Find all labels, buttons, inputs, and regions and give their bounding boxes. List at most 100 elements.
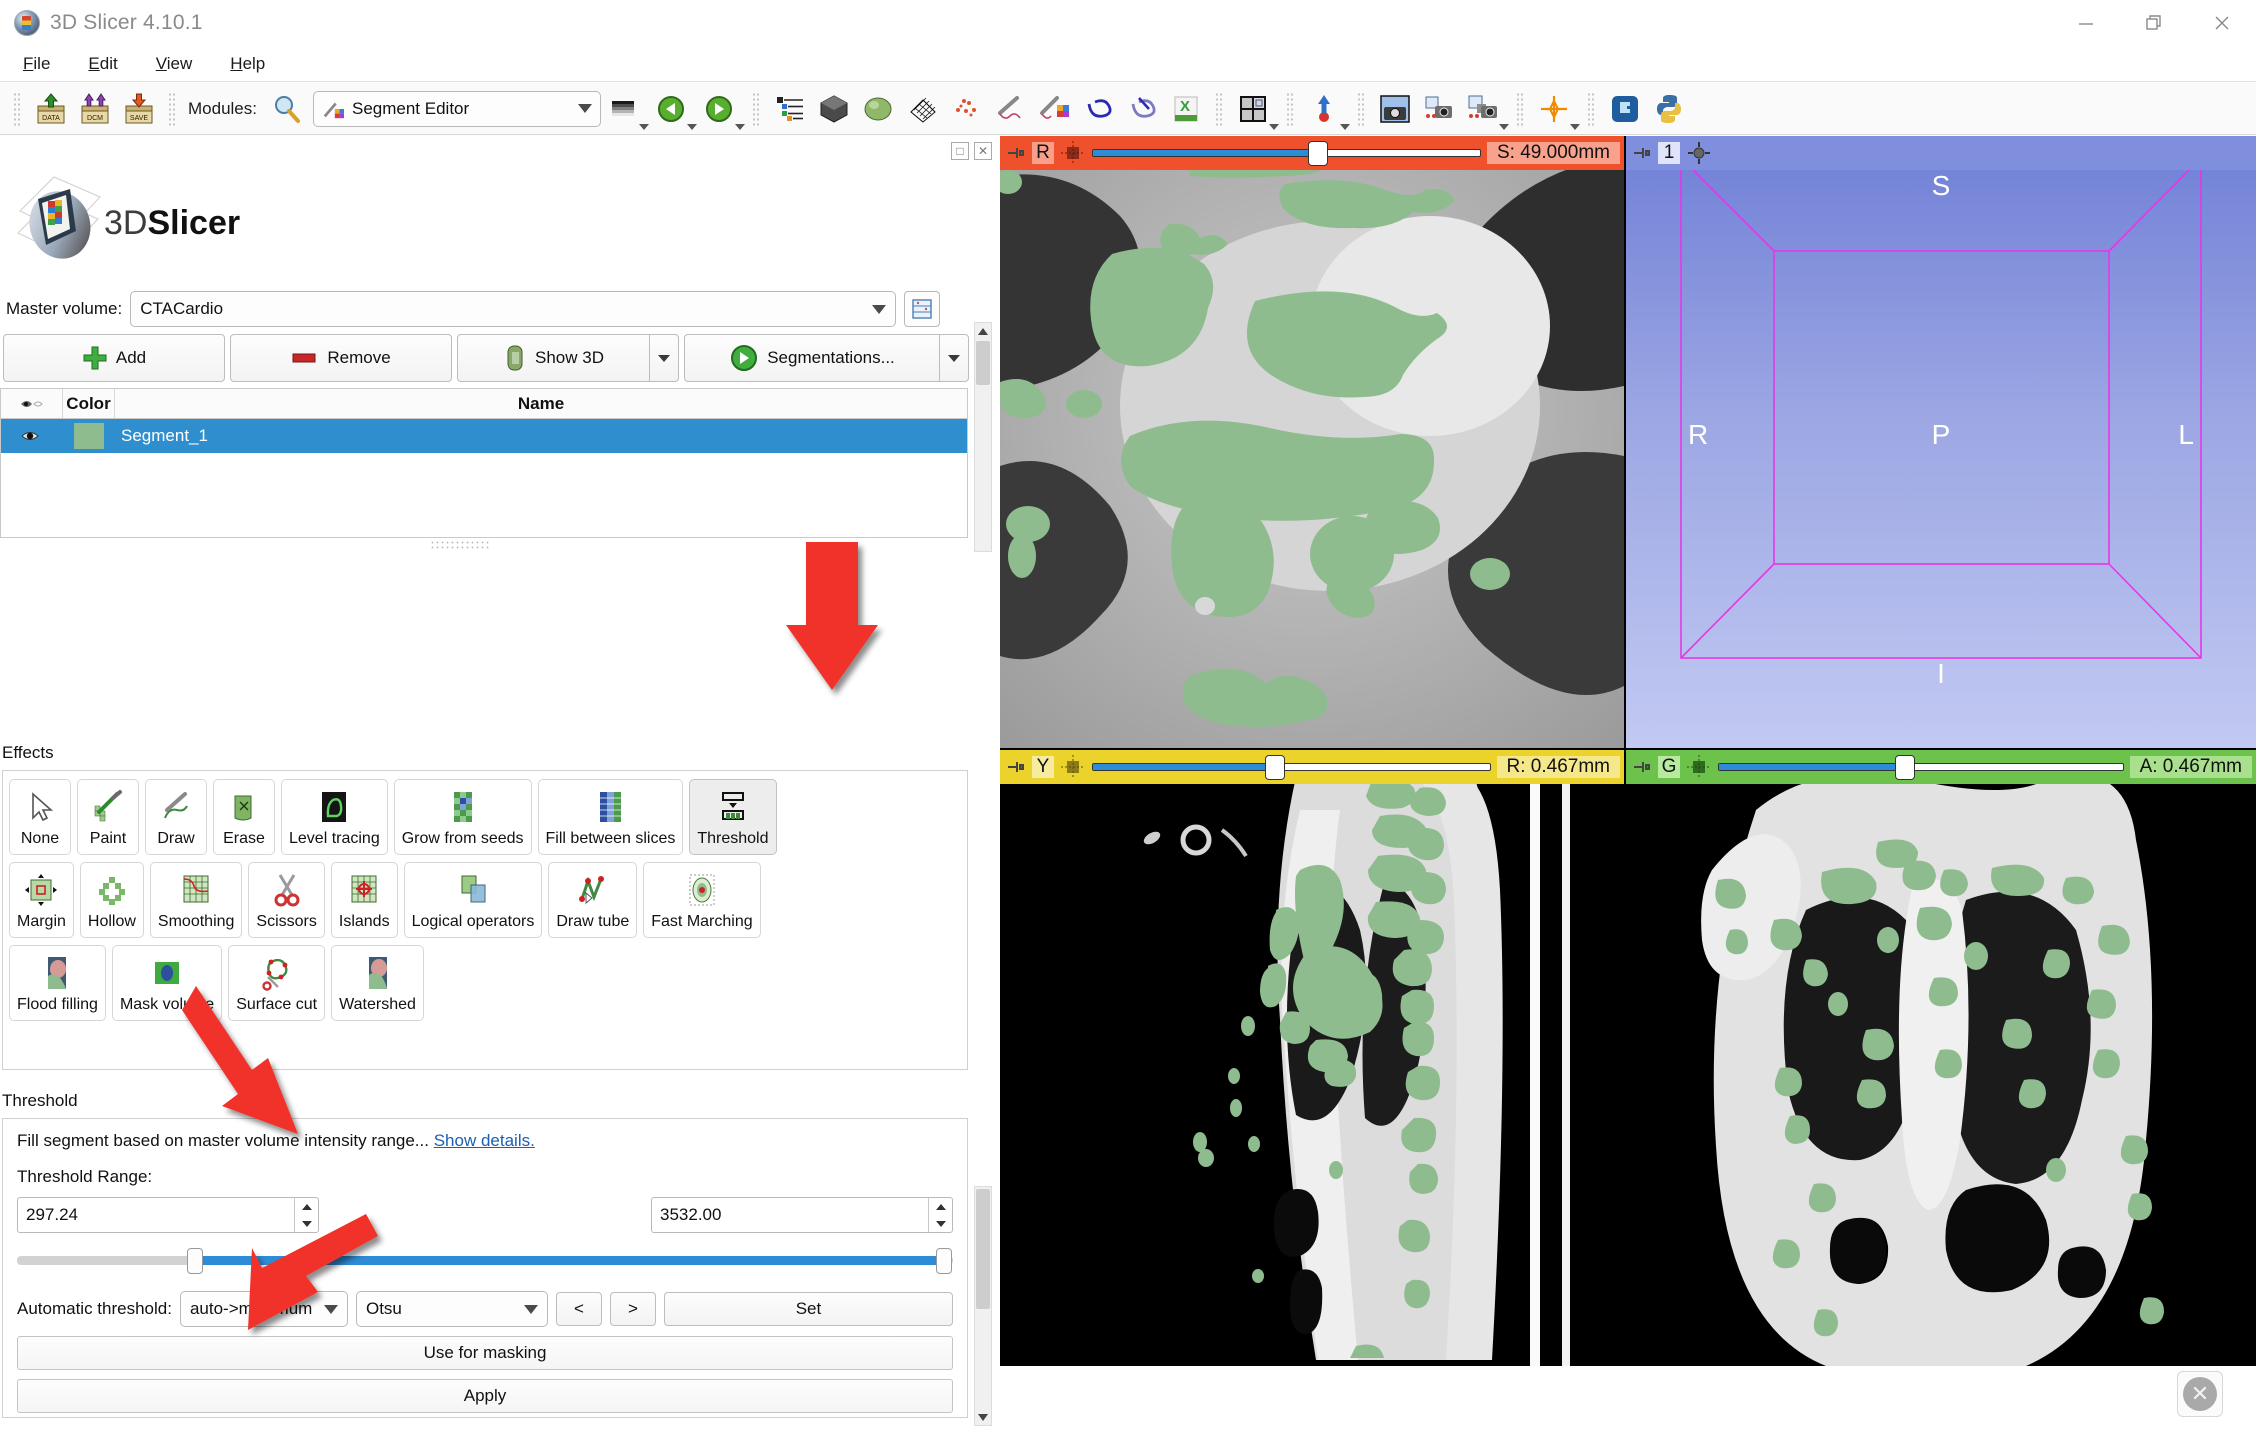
- next-module-icon[interactable]: [697, 88, 741, 130]
- color-column-header[interactable]: Color: [63, 389, 115, 418]
- effect-grow-from-seeds[interactable]: Grow from seeds: [393, 779, 532, 855]
- next-threshold-button[interactable]: >: [609, 1292, 656, 1326]
- stepper-down-icon[interactable]: [929, 1215, 952, 1232]
- threshold-range-slider[interactable]: [17, 1247, 953, 1274]
- mouse-mode-grip[interactable]: [1285, 91, 1295, 126]
- scroll-up-icon[interactable]: [975, 323, 991, 339]
- effect-margin[interactable]: Margin: [9, 862, 74, 938]
- threshold-max-spinbox[interactable]: 3532.00: [651, 1197, 953, 1233]
- previous-threshold-button[interactable]: <: [555, 1292, 602, 1326]
- range-slider-max-handle[interactable]: [935, 1248, 952, 1274]
- effect-watershed[interactable]: Watershed: [331, 945, 424, 1021]
- extension-manager-icon[interactable]: [1603, 88, 1647, 130]
- screen-capture-icon[interactable]: [1461, 88, 1505, 130]
- segments-table-resize-grip[interactable]: [430, 540, 490, 550]
- transforms-icon[interactable]: [900, 88, 944, 130]
- show-3d-button[interactable]: Show 3D: [457, 334, 649, 382]
- modules-toolbar-grip[interactable]: [168, 91, 177, 126]
- magnifier-icon[interactable]: [265, 88, 309, 130]
- effect-fast-marching[interactable]: Fast Marching: [643, 862, 761, 938]
- models-icon[interactable]: [856, 88, 900, 130]
- scroll-down-icon[interactable]: [975, 1409, 991, 1425]
- undock-icon[interactable]: □: [951, 142, 969, 160]
- volume-rendering-icon[interactable]: [812, 88, 856, 130]
- open-curve-icon[interactable]: [1120, 88, 1164, 130]
- segmentations-options-button[interactable]: [939, 334, 969, 382]
- crosshair-icon[interactable]: [1532, 88, 1576, 130]
- save-icon[interactable]: SAVE: [117, 88, 161, 130]
- slider-handle[interactable]: [1307, 141, 1328, 166]
- effect-level-tracing[interactable]: Level tracing: [281, 779, 388, 855]
- slice-view-green[interactable]: G A: 0.467mm: [1626, 750, 2256, 1366]
- stepper-up-icon[interactable]: [929, 1198, 952, 1215]
- layout-toolbar-grip[interactable]: [1214, 91, 1224, 126]
- segment-visibility-toggle[interactable]: [1, 428, 63, 444]
- slice-view-yellow[interactable]: Y R: 0.467mm: [1000, 750, 1624, 1366]
- slice-view-red[interactable]: R S: 49.000mm: [1000, 136, 1624, 748]
- pin-icon[interactable]: [1004, 756, 1026, 778]
- menu-edit[interactable]: Edit: [73, 51, 132, 77]
- effect-smoothing[interactable]: Smoothing: [149, 862, 243, 938]
- threshold-scrollbar[interactable]: [974, 1186, 992, 1426]
- tables-icon[interactable]: X: [1164, 88, 1208, 130]
- name-column-header[interactable]: Name: [115, 389, 967, 418]
- load-data-icon[interactable]: DATA: [29, 88, 73, 130]
- pin-icon[interactable]: [1004, 142, 1026, 164]
- effect-hollow[interactable]: Hollow: [79, 862, 144, 938]
- show-3d-options-button[interactable]: [649, 334, 679, 382]
- slice-visibility-icon[interactable]: [1060, 140, 1086, 166]
- scroll-thumb[interactable]: [976, 341, 990, 385]
- slider-handle[interactable]: [1265, 755, 1286, 780]
- annotations-color-icon[interactable]: [1032, 88, 1076, 130]
- annotations-ruler-icon[interactable]: [988, 88, 1032, 130]
- show-details-link[interactable]: Show details.: [434, 1131, 535, 1150]
- scroll-thumb[interactable]: [976, 1189, 990, 1309]
- menu-help[interactable]: Help: [215, 51, 280, 77]
- close-icon[interactable]: [2188, 0, 2256, 46]
- view-controls-icon[interactable]: [1686, 140, 1712, 166]
- slice-offset-slider-yellow[interactable]: [1092, 755, 1491, 780]
- crosshair-marker-icon[interactable]: [1302, 88, 1346, 130]
- table-row[interactable]: Segment_1: [1, 419, 967, 453]
- close-panel-icon[interactable]: ✕: [974, 142, 992, 160]
- markups-fiducials-icon[interactable]: [944, 88, 988, 130]
- effect-erase[interactable]: Erase: [213, 779, 275, 855]
- segment-color-swatch[interactable]: [63, 423, 115, 449]
- menu-view[interactable]: View: [141, 51, 208, 77]
- slice-visibility-icon[interactable]: [1060, 754, 1086, 780]
- toolbar-grip[interactable]: [13, 91, 22, 126]
- range-slider-min-handle[interactable]: [186, 1248, 203, 1274]
- visibility-column-header[interactable]: [1, 389, 63, 418]
- screenshot-icon[interactable]: [1373, 88, 1417, 130]
- capture-toolbar-grip[interactable]: [1356, 91, 1366, 126]
- python-console-icon[interactable]: [1647, 88, 1691, 130]
- slice-offset-slider-green[interactable]: [1718, 755, 2124, 780]
- modules-group-grip[interactable]: [751, 91, 761, 126]
- threshold-min-spinbox[interactable]: 297.24: [17, 1197, 319, 1233]
- apply-button[interactable]: Apply: [17, 1379, 953, 1413]
- effect-islands[interactable]: Islands: [330, 862, 398, 938]
- restore-icon[interactable]: [2120, 0, 2188, 46]
- closed-curve-icon[interactable]: [1076, 88, 1120, 130]
- add-segment-button[interactable]: Add: [3, 334, 225, 382]
- module-selector-combobox[interactable]: Segment Editor: [312, 90, 601, 127]
- window-level-preset-icon[interactable]: [601, 88, 645, 130]
- layout-four-up-icon[interactable]: [1231, 88, 1275, 130]
- effect-surface-cut[interactable]: Surface cut: [228, 945, 326, 1021]
- extensions-grip[interactable]: [1586, 91, 1596, 126]
- effect-flood-filling[interactable]: Flood filling: [9, 945, 106, 1021]
- use-for-masking-button[interactable]: Use for masking: [17, 1336, 953, 1370]
- effect-draw-tube[interactable]: Draw tube: [548, 862, 638, 938]
- automatic-mode-combobox[interactable]: auto->maximum: [179, 1291, 348, 1327]
- specify-geometry-icon[interactable]: [904, 291, 941, 327]
- pin-icon[interactable]: [1630, 756, 1652, 778]
- scene-view-capture-icon[interactable]: [1417, 88, 1461, 130]
- dicom-icon[interactable]: DCM: [73, 88, 117, 130]
- segments-scrollbar[interactable]: [974, 322, 992, 552]
- stepper-down-icon[interactable]: [295, 1215, 318, 1232]
- set-threshold-button[interactable]: Set: [663, 1292, 953, 1326]
- effect-scissors[interactable]: Scissors: [248, 862, 325, 938]
- minimize-icon[interactable]: [2052, 0, 2120, 46]
- crosshair-grip[interactable]: [1515, 91, 1525, 126]
- remove-segment-button[interactable]: Remove: [230, 334, 452, 382]
